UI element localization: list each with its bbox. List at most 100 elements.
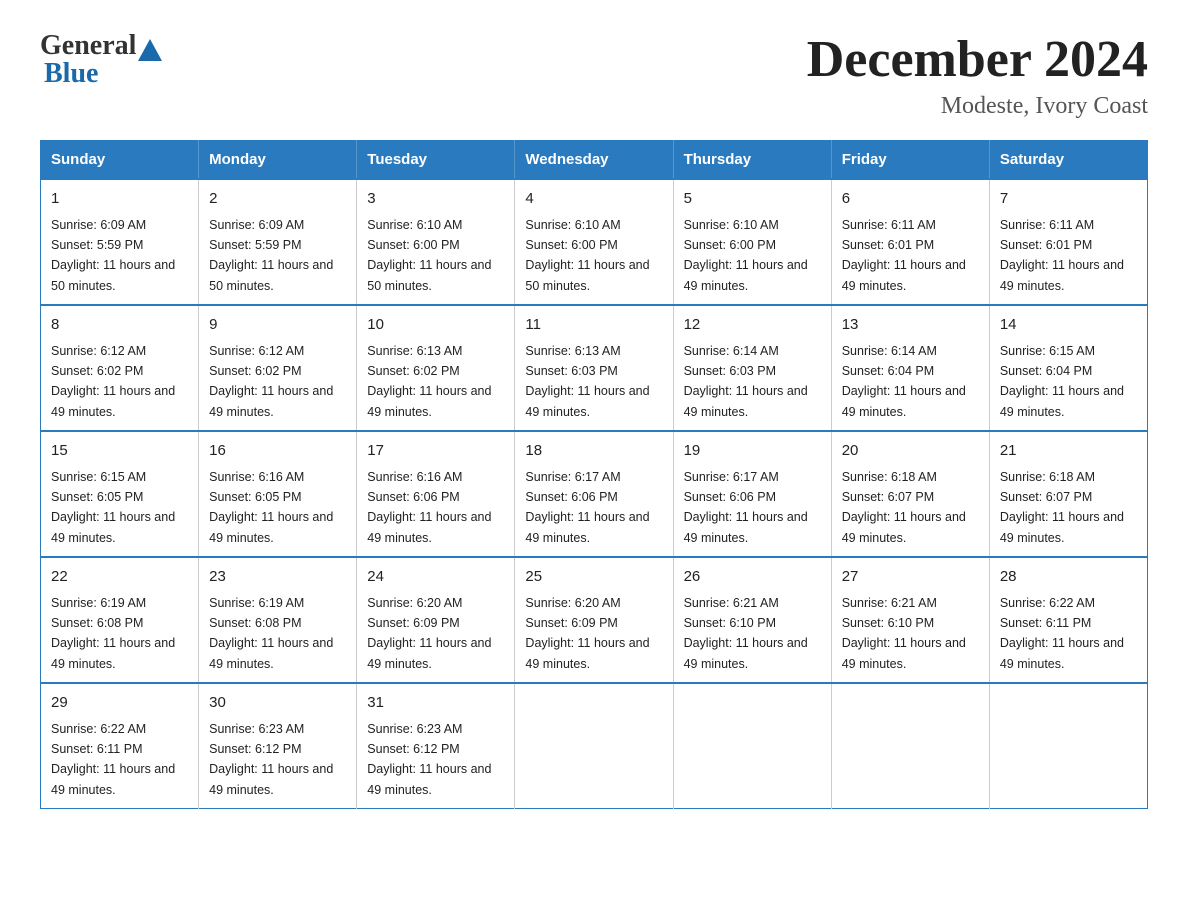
calendar-header-row: Sunday Monday Tuesday Wednesday Thursday… [41,141,1148,180]
page-header: General Blue December 2024 Modeste, Ivor… [40,30,1148,120]
day-info: Sunrise: 6:10 AMSunset: 6:00 PMDaylight:… [684,218,808,293]
day-info: Sunrise: 6:21 AMSunset: 6:10 PMDaylight:… [842,596,966,671]
day-number: 23 [209,566,346,589]
calendar-cell: 6 Sunrise: 6:11 AMSunset: 6:01 PMDayligh… [831,179,989,305]
calendar-cell: 7 Sunrise: 6:11 AMSunset: 6:01 PMDayligh… [989,179,1147,305]
calendar-table: Sunday Monday Tuesday Wednesday Thursday… [40,140,1148,809]
day-info: Sunrise: 6:16 AMSunset: 6:05 PMDaylight:… [209,470,333,545]
calendar-cell: 9 Sunrise: 6:12 AMSunset: 6:02 PMDayligh… [199,305,357,431]
day-info: Sunrise: 6:12 AMSunset: 6:02 PMDaylight:… [51,344,175,419]
calendar-cell: 19 Sunrise: 6:17 AMSunset: 6:06 PMDaylig… [673,431,831,557]
day-number: 13 [842,314,979,337]
calendar-cell: 4 Sunrise: 6:10 AMSunset: 6:00 PMDayligh… [515,179,673,305]
day-info: Sunrise: 6:15 AMSunset: 6:05 PMDaylight:… [51,470,175,545]
day-info: Sunrise: 6:18 AMSunset: 6:07 PMDaylight:… [842,470,966,545]
day-info: Sunrise: 6:22 AMSunset: 6:11 PMDaylight:… [1000,596,1124,671]
day-number: 6 [842,188,979,211]
day-info: Sunrise: 6:09 AMSunset: 5:59 PMDaylight:… [209,218,333,293]
day-number: 1 [51,188,188,211]
logo-triangle-icon [138,39,162,61]
day-number: 25 [525,566,662,589]
page-title: December 2024 [807,30,1148,89]
logo-text-blue: Blue [40,58,98,90]
day-info: Sunrise: 6:19 AMSunset: 6:08 PMDaylight:… [51,596,175,671]
header-wednesday: Wednesday [515,141,673,180]
day-number: 18 [525,440,662,463]
day-info: Sunrise: 6:11 AMSunset: 6:01 PMDaylight:… [1000,218,1124,293]
day-info: Sunrise: 6:17 AMSunset: 6:06 PMDaylight:… [684,470,808,545]
title-section: December 2024 Modeste, Ivory Coast [807,30,1148,120]
day-number: 2 [209,188,346,211]
day-info: Sunrise: 6:11 AMSunset: 6:01 PMDaylight:… [842,218,966,293]
calendar-cell: 25 Sunrise: 6:20 AMSunset: 6:09 PMDaylig… [515,557,673,683]
calendar-cell: 3 Sunrise: 6:10 AMSunset: 6:00 PMDayligh… [357,179,515,305]
calendar-cell [831,683,989,809]
calendar-cell: 11 Sunrise: 6:13 AMSunset: 6:03 PMDaylig… [515,305,673,431]
calendar-cell: 18 Sunrise: 6:17 AMSunset: 6:06 PMDaylig… [515,431,673,557]
calendar-cell: 28 Sunrise: 6:22 AMSunset: 6:11 PMDaylig… [989,557,1147,683]
calendar-week-row: 15 Sunrise: 6:15 AMSunset: 6:05 PMDaylig… [41,431,1148,557]
calendar-cell: 5 Sunrise: 6:10 AMSunset: 6:00 PMDayligh… [673,179,831,305]
day-number: 27 [842,566,979,589]
calendar-cell: 10 Sunrise: 6:13 AMSunset: 6:02 PMDaylig… [357,305,515,431]
day-number: 7 [1000,188,1137,211]
day-number: 14 [1000,314,1137,337]
calendar-cell: 13 Sunrise: 6:14 AMSunset: 6:04 PMDaylig… [831,305,989,431]
day-number: 9 [209,314,346,337]
calendar-cell: 20 Sunrise: 6:18 AMSunset: 6:07 PMDaylig… [831,431,989,557]
day-info: Sunrise: 6:17 AMSunset: 6:06 PMDaylight:… [525,470,649,545]
calendar-cell: 12 Sunrise: 6:14 AMSunset: 6:03 PMDaylig… [673,305,831,431]
day-number: 29 [51,692,188,715]
header-sunday: Sunday [41,141,199,180]
day-info: Sunrise: 6:14 AMSunset: 6:04 PMDaylight:… [842,344,966,419]
day-info: Sunrise: 6:22 AMSunset: 6:11 PMDaylight:… [51,722,175,797]
calendar-cell: 1 Sunrise: 6:09 AMSunset: 5:59 PMDayligh… [41,179,199,305]
day-info: Sunrise: 6:13 AMSunset: 6:03 PMDaylight:… [525,344,649,419]
day-number: 21 [1000,440,1137,463]
day-info: Sunrise: 6:19 AMSunset: 6:08 PMDaylight:… [209,596,333,671]
day-number: 26 [684,566,821,589]
day-info: Sunrise: 6:23 AMSunset: 6:12 PMDaylight:… [209,722,333,797]
day-number: 22 [51,566,188,589]
day-number: 11 [525,314,662,337]
calendar-cell: 29 Sunrise: 6:22 AMSunset: 6:11 PMDaylig… [41,683,199,809]
calendar-cell: 14 Sunrise: 6:15 AMSunset: 6:04 PMDaylig… [989,305,1147,431]
header-monday: Monday [199,141,357,180]
day-number: 31 [367,692,504,715]
calendar-cell: 17 Sunrise: 6:16 AMSunset: 6:06 PMDaylig… [357,431,515,557]
day-info: Sunrise: 6:15 AMSunset: 6:04 PMDaylight:… [1000,344,1124,419]
calendar-cell [515,683,673,809]
calendar-cell: 22 Sunrise: 6:19 AMSunset: 6:08 PMDaylig… [41,557,199,683]
day-number: 10 [367,314,504,337]
day-number: 16 [209,440,346,463]
calendar-cell: 21 Sunrise: 6:18 AMSunset: 6:07 PMDaylig… [989,431,1147,557]
day-info: Sunrise: 6:20 AMSunset: 6:09 PMDaylight:… [367,596,491,671]
day-number: 12 [684,314,821,337]
day-number: 28 [1000,566,1137,589]
calendar-cell: 31 Sunrise: 6:23 AMSunset: 6:12 PMDaylig… [357,683,515,809]
calendar-cell: 23 Sunrise: 6:19 AMSunset: 6:08 PMDaylig… [199,557,357,683]
header-saturday: Saturday [989,141,1147,180]
day-info: Sunrise: 6:14 AMSunset: 6:03 PMDaylight:… [684,344,808,419]
day-number: 30 [209,692,346,715]
day-info: Sunrise: 6:21 AMSunset: 6:10 PMDaylight:… [684,596,808,671]
calendar-cell: 2 Sunrise: 6:09 AMSunset: 5:59 PMDayligh… [199,179,357,305]
day-number: 19 [684,440,821,463]
calendar-week-row: 1 Sunrise: 6:09 AMSunset: 5:59 PMDayligh… [41,179,1148,305]
calendar-cell: 8 Sunrise: 6:12 AMSunset: 6:02 PMDayligh… [41,305,199,431]
calendar-cell: 26 Sunrise: 6:21 AMSunset: 6:10 PMDaylig… [673,557,831,683]
calendar-week-row: 22 Sunrise: 6:19 AMSunset: 6:08 PMDaylig… [41,557,1148,683]
calendar-cell: 30 Sunrise: 6:23 AMSunset: 6:12 PMDaylig… [199,683,357,809]
day-info: Sunrise: 6:10 AMSunset: 6:00 PMDaylight:… [525,218,649,293]
header-tuesday: Tuesday [357,141,515,180]
day-info: Sunrise: 6:10 AMSunset: 6:00 PMDaylight:… [367,218,491,293]
day-number: 24 [367,566,504,589]
day-number: 5 [684,188,821,211]
day-info: Sunrise: 6:20 AMSunset: 6:09 PMDaylight:… [525,596,649,671]
calendar-cell: 27 Sunrise: 6:21 AMSunset: 6:10 PMDaylig… [831,557,989,683]
calendar-cell: 15 Sunrise: 6:15 AMSunset: 6:05 PMDaylig… [41,431,199,557]
day-number: 4 [525,188,662,211]
day-number: 17 [367,440,504,463]
header-thursday: Thursday [673,141,831,180]
calendar-cell: 16 Sunrise: 6:16 AMSunset: 6:05 PMDaylig… [199,431,357,557]
